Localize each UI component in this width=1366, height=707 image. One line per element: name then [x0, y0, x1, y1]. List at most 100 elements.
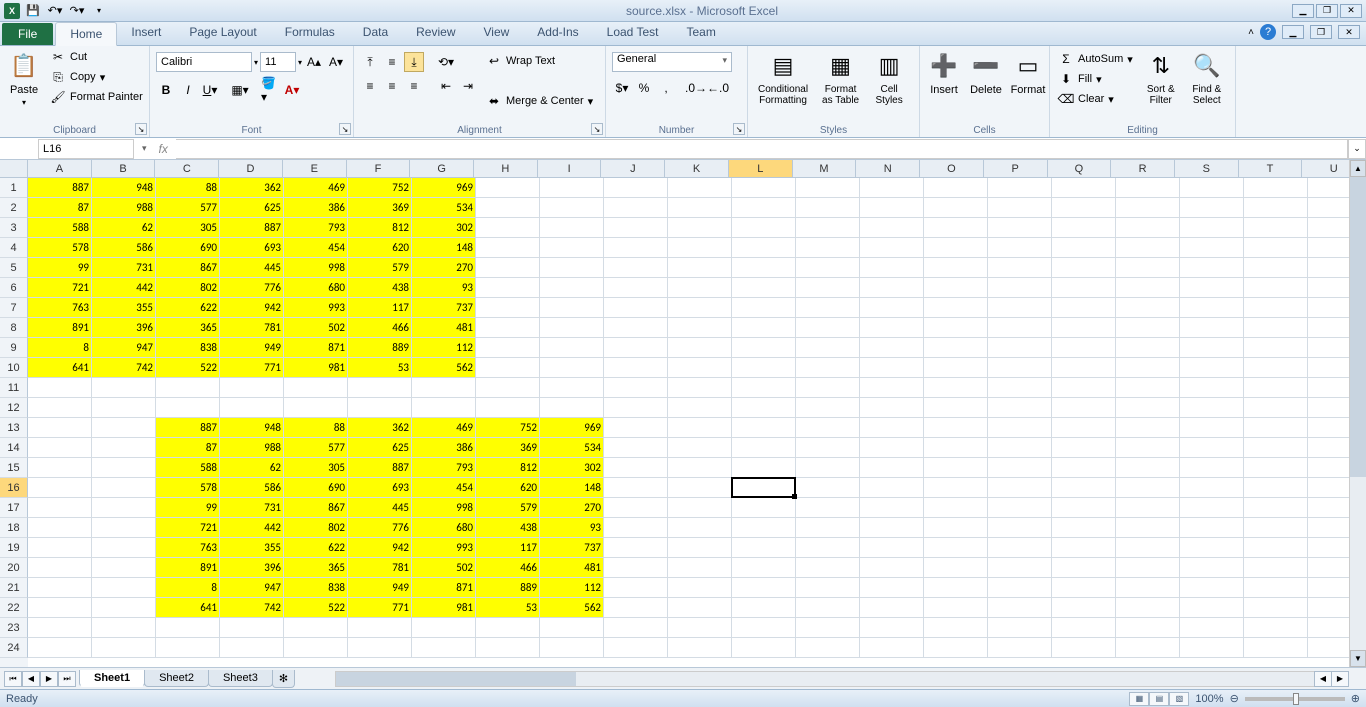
row-header[interactable]: 21: [0, 578, 28, 598]
cell[interactable]: [732, 478, 796, 498]
cell[interactable]: 99: [156, 498, 220, 518]
decrease-font-icon[interactable]: A▾: [326, 52, 346, 72]
cell[interactable]: [1116, 538, 1180, 558]
cell[interactable]: [604, 478, 668, 498]
cell[interactable]: [1052, 278, 1116, 298]
cell[interactable]: [988, 358, 1052, 378]
cell[interactable]: [1180, 478, 1244, 498]
cell[interactable]: [540, 638, 604, 658]
cell[interactable]: 693: [220, 238, 284, 258]
column-header[interactable]: T: [1239, 160, 1303, 178]
cell[interactable]: 891: [156, 558, 220, 578]
cell[interactable]: [796, 198, 860, 218]
cell[interactable]: [1052, 398, 1116, 418]
cell[interactable]: [604, 598, 668, 618]
cell[interactable]: [860, 598, 924, 618]
cell[interactable]: 62: [220, 458, 284, 478]
cell[interactable]: [1180, 198, 1244, 218]
cell[interactable]: 887: [28, 178, 92, 198]
cell[interactable]: 641: [156, 598, 220, 618]
qat-customize-icon[interactable]: ▾: [90, 2, 108, 20]
cell[interactable]: 438: [348, 278, 412, 298]
cell[interactable]: [796, 598, 860, 618]
cell[interactable]: 588: [156, 458, 220, 478]
cell[interactable]: [924, 338, 988, 358]
cell[interactable]: 889: [348, 338, 412, 358]
row-header[interactable]: 4: [0, 238, 28, 258]
cells-container[interactable]: 8879488836246975296987988577625386369534…: [28, 178, 1366, 667]
cell[interactable]: [860, 278, 924, 298]
cell[interactable]: [476, 378, 540, 398]
hscroll-left-icon[interactable]: ◀: [1314, 671, 1332, 687]
cell[interactable]: 838: [156, 338, 220, 358]
tab-review[interactable]: Review: [402, 21, 469, 45]
cell[interactable]: [1052, 518, 1116, 538]
name-box[interactable]: L16: [38, 139, 134, 159]
cell[interactable]: [860, 558, 924, 578]
cell[interactable]: [92, 498, 156, 518]
cell[interactable]: [668, 218, 732, 238]
row-header[interactable]: 24: [0, 638, 28, 658]
cell[interactable]: 369: [476, 438, 540, 458]
cell[interactable]: [860, 318, 924, 338]
cell[interactable]: [348, 618, 412, 638]
cell[interactable]: 442: [92, 278, 156, 298]
cell[interactable]: [604, 438, 668, 458]
restore-icon[interactable]: ❐: [1316, 4, 1338, 18]
sheet-nav-first-icon[interactable]: ⏮: [4, 671, 22, 687]
row-header[interactable]: 12: [0, 398, 28, 418]
cell[interactable]: 502: [412, 558, 476, 578]
cell[interactable]: [1052, 198, 1116, 218]
row-header[interactable]: 10: [0, 358, 28, 378]
cell[interactable]: 365: [284, 558, 348, 578]
cell[interactable]: 620: [476, 478, 540, 498]
cell[interactable]: [668, 518, 732, 538]
cell[interactable]: 481: [412, 318, 476, 338]
cell[interactable]: 731: [92, 258, 156, 278]
tab-load-test[interactable]: Load Test: [593, 21, 673, 45]
number-dialog-launcher[interactable]: ↘: [733, 123, 745, 135]
cell[interactable]: [988, 478, 1052, 498]
column-header[interactable]: A: [28, 160, 92, 178]
cell[interactable]: 534: [412, 198, 476, 218]
formula-bar-expand-icon[interactable]: ⌄: [1348, 139, 1366, 159]
cell[interactable]: [28, 458, 92, 478]
cell[interactable]: 454: [412, 478, 476, 498]
cell[interactable]: 889: [476, 578, 540, 598]
percent-button[interactable]: %: [634, 78, 654, 98]
cell[interactable]: 949: [348, 578, 412, 598]
cell[interactable]: [604, 318, 668, 338]
cell[interactable]: [540, 378, 604, 398]
cell[interactable]: [604, 358, 668, 378]
cell[interactable]: [732, 318, 796, 338]
cell[interactable]: [28, 538, 92, 558]
cell[interactable]: [604, 258, 668, 278]
cell[interactable]: [1052, 178, 1116, 198]
cell[interactable]: [988, 438, 1052, 458]
cell[interactable]: [1116, 238, 1180, 258]
cell[interactable]: [1052, 538, 1116, 558]
cell[interactable]: [732, 338, 796, 358]
cell[interactable]: [284, 378, 348, 398]
cell[interactable]: 763: [156, 538, 220, 558]
sheet-tab-sheet1[interactable]: Sheet1: [79, 670, 145, 687]
cell[interactable]: [924, 558, 988, 578]
cell[interactable]: 588: [28, 218, 92, 238]
cell[interactable]: [220, 378, 284, 398]
cell[interactable]: [604, 298, 668, 318]
cell[interactable]: [1244, 638, 1308, 658]
cell[interactable]: [924, 258, 988, 278]
format-cells-button[interactable]: ▭Format: [1010, 48, 1046, 98]
zoom-slider[interactable]: [1245, 697, 1345, 701]
cell[interactable]: 771: [348, 598, 412, 618]
cell[interactable]: [860, 238, 924, 258]
cell[interactable]: [796, 418, 860, 438]
column-header[interactable]: Q: [1048, 160, 1112, 178]
close-icon[interactable]: ✕: [1340, 4, 1362, 18]
cell[interactable]: 62: [92, 218, 156, 238]
cell[interactable]: [540, 238, 604, 258]
align-center-icon[interactable]: ≡: [382, 76, 402, 96]
cell[interactable]: [1116, 578, 1180, 598]
cell[interactable]: [1116, 398, 1180, 418]
cell[interactable]: [796, 298, 860, 318]
